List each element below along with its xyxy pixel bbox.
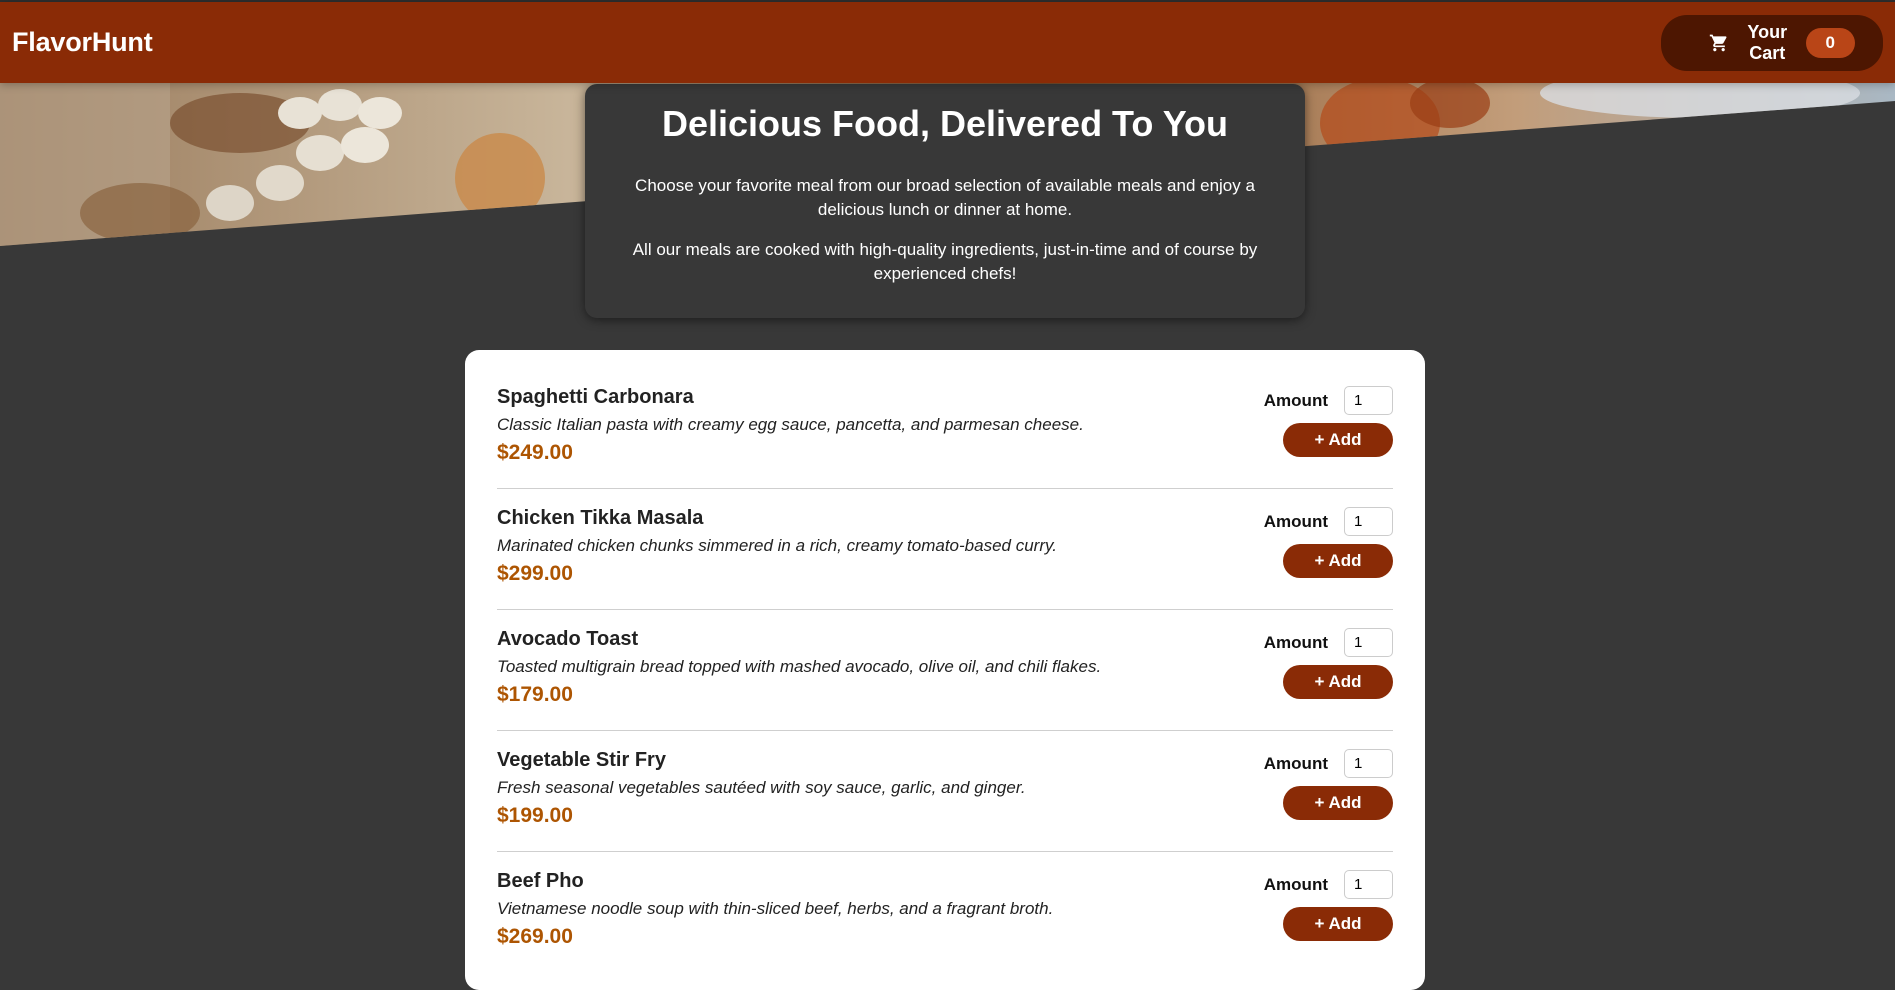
meal-name: Beef Pho <box>497 870 584 892</box>
summary-paragraph-1: Choose your favorite meal from our broad… <box>635 175 1255 219</box>
meal-info: Chicken Tikka Masala Marinated chicken c… <box>497 507 1057 609</box>
meal-item: Spaghetti Carbonara Classic Italian past… <box>497 368 1393 489</box>
brand-logo-text: FlavorHunt <box>12 27 153 57</box>
amount-input[interactable] <box>1344 507 1393 536</box>
meal-name: Avocado Toast <box>497 628 639 650</box>
meals-list: Spaghetti Carbonara Classic Italian past… <box>497 368 1393 973</box>
add-to-cart-button[interactable]: + Add <box>1283 786 1393 820</box>
amount-label: Amount <box>1263 632 1328 652</box>
meal-description: Toasted multigrain bread topped with mas… <box>497 657 1102 676</box>
cart-count-badge: 0 <box>1805 27 1855 58</box>
meal-item: Beef Pho Vietnamese noodle soup with thi… <box>497 852 1393 973</box>
amount-label: Amount <box>1263 753 1328 773</box>
meal-item: Avocado Toast Toasted multigrain bread t… <box>497 610 1393 731</box>
amount-input[interactable] <box>1344 749 1393 778</box>
add-to-cart-button[interactable]: + Add <box>1283 544 1393 578</box>
amount-input[interactable] <box>1344 628 1393 657</box>
amount-label: Amount <box>1263 511 1328 531</box>
meal-price: $269.00 <box>497 925 573 948</box>
meal-info: Avocado Toast Toasted multigrain bread t… <box>497 628 1101 730</box>
amount-input[interactable] <box>1344 870 1393 899</box>
amount-label: Amount <box>1263 390 1328 410</box>
add-to-cart-button[interactable]: + Add <box>1283 907 1393 941</box>
add-to-cart-button[interactable]: + Add <box>1283 423 1393 457</box>
meal-price: $179.00 <box>497 683 573 706</box>
amount-row: Amount <box>1264 749 1393 778</box>
meal-add-form: Amount + Add <box>1264 749 1393 851</box>
meal-description: Marinated chicken chunks simmered in a r… <box>497 536 1057 555</box>
meal-name: Vegetable Stir Fry <box>497 749 666 771</box>
summary-paragraph-2: All our meals are cooked with high-quali… <box>632 239 1258 283</box>
meal-description: Classic Italian pasta with creamy egg sa… <box>497 415 1084 434</box>
summary-title: Delicious Food, Delivered To You <box>661 103 1229 144</box>
amount-row: Amount <box>1264 870 1393 899</box>
meal-name: Chicken Tikka Masala <box>497 507 704 529</box>
meal-add-form: Amount + Add <box>1264 386 1393 488</box>
meal-item: Vegetable Stir Fry Fresh seasonal vegeta… <box>497 731 1393 852</box>
meals-card: Spaghetti Carbonara Classic Italian past… <box>465 350 1425 990</box>
meal-add-form: Amount + Add <box>1264 507 1393 609</box>
amount-row: Amount <box>1264 507 1393 536</box>
summary-card: Delicious Food, Delivered To You Choose … <box>585 84 1305 318</box>
meal-info: Vegetable Stir Fry Fresh seasonal vegeta… <box>497 749 1026 851</box>
add-to-cart-button[interactable]: + Add <box>1283 665 1393 699</box>
meal-price: $299.00 <box>497 562 573 585</box>
main-header: FlavorHunt Your Cart 0 <box>0 2 1895 83</box>
meal-price: $249.00 <box>497 441 573 464</box>
amount-row: Amount <box>1264 386 1393 415</box>
meal-name: Spaghetti Carbonara <box>497 386 694 408</box>
meal-info: Spaghetti Carbonara Classic Italian past… <box>497 386 1084 488</box>
meal-description: Vietnamese noodle soup with thin-sliced … <box>497 899 1054 918</box>
amount-row: Amount <box>1264 628 1393 657</box>
meal-item: Chicken Tikka Masala Marinated chicken c… <box>497 489 1393 610</box>
cart-button[interactable]: Your Cart 0 <box>1661 14 1883 71</box>
cart-label: Your Cart <box>1747 21 1788 63</box>
meal-add-form: Amount + Add <box>1264 628 1393 730</box>
amount-label: Amount <box>1263 874 1328 894</box>
amount-input[interactable] <box>1344 386 1393 415</box>
meal-add-form: Amount + Add <box>1264 870 1393 973</box>
meal-info: Beef Pho Vietnamese noodle soup with thi… <box>497 870 1053 973</box>
meal-price: $199.00 <box>497 804 573 827</box>
meal-description: Fresh seasonal vegetables sautéed with s… <box>497 778 1026 797</box>
cart-icon <box>1709 33 1729 53</box>
